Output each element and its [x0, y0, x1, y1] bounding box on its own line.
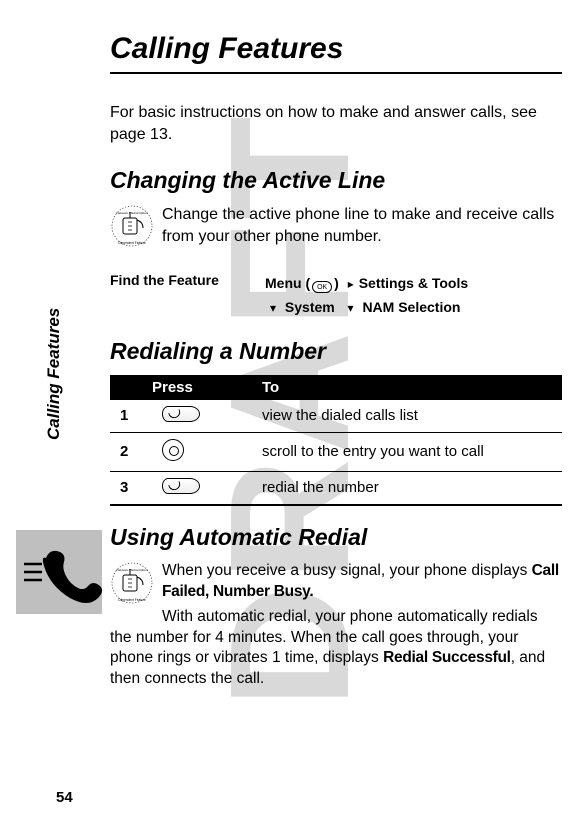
table-row: 2 scroll to the entry you want to call: [110, 432, 562, 471]
arrow-down-icon: [265, 299, 281, 315]
network-dependent-icon: Network / Subscription Dependent Feature: [110, 561, 156, 607]
side-running-head: Calling Features: [44, 308, 64, 440]
svg-text:Dependent Feature: Dependent Feature: [118, 241, 146, 245]
page-title: Calling Features: [110, 32, 562, 74]
step-to: scroll to the entry you want to call: [252, 432, 562, 471]
heading-auto-redial: Using Automatic Redial: [110, 524, 562, 551]
svg-text:Network / Subscription: Network / Subscription: [117, 211, 148, 215]
redial-steps-table: Press To 1 view the dialed calls list 2 …: [110, 375, 562, 506]
auto-lead-text: When you receive a busy signal, your pho…: [162, 562, 532, 579]
arrow-right-icon: [343, 275, 359, 291]
table-row: 1 view the dialed calls list: [110, 400, 562, 433]
step-num: 3: [110, 471, 152, 505]
page: Calling Features Calling Features For ba…: [0, 0, 580, 820]
nav-key-icon: [162, 439, 184, 461]
intro-paragraph: For basic instructions on how to make an…: [110, 102, 562, 145]
menu-word: Menu: [265, 275, 302, 291]
auto-body: With automatic redial, your phone automa…: [110, 607, 562, 691]
phone-tab-graphic: [16, 530, 102, 614]
table-row: 3 redial the number: [110, 471, 562, 505]
find-the-feature: Find the Feature Menu (OK) Settings & To…: [110, 272, 562, 320]
ftf-label: Find the Feature: [110, 272, 265, 320]
col-to: To: [252, 375, 562, 400]
auto-redial-block: Network / Subscription Dependent Feature…: [110, 561, 562, 695]
ftf-path: Menu (OK) Settings & Tools System NAM Se…: [265, 272, 562, 320]
svg-text:Network / Subscription: Network / Subscription: [117, 568, 148, 572]
page-number: 54: [56, 789, 73, 806]
changing-body: Change the active phone line to make and…: [110, 204, 562, 247]
step-to: view the dialed calls list: [252, 400, 562, 433]
ok-key-icon: OK: [312, 281, 332, 293]
path-settings: Settings & Tools: [359, 275, 468, 291]
col-press: Press: [110, 375, 252, 400]
auto-lead: When you receive a busy signal, your pho…: [110, 561, 562, 603]
heading-redialing: Redialing a Number: [110, 338, 562, 365]
auto-body-bold: Redial Successful: [383, 649, 511, 666]
step-num: 2: [110, 432, 152, 471]
svg-text:Dependent Feature: Dependent Feature: [118, 598, 146, 602]
changing-block: Network / Subscription Dependent Feature…: [110, 204, 562, 250]
step-to: redial the number: [252, 471, 562, 505]
network-dependent-icon: Network / Subscription Dependent Feature: [110, 204, 156, 250]
heading-changing-active-line: Changing the Active Line: [110, 167, 562, 194]
step-num: 1: [110, 400, 152, 433]
arrow-down-icon: [343, 299, 359, 315]
path-system: System: [285, 299, 335, 315]
path-nam: NAM Selection: [362, 299, 460, 315]
send-key-icon: [162, 478, 200, 494]
send-key-icon: [162, 406, 200, 422]
